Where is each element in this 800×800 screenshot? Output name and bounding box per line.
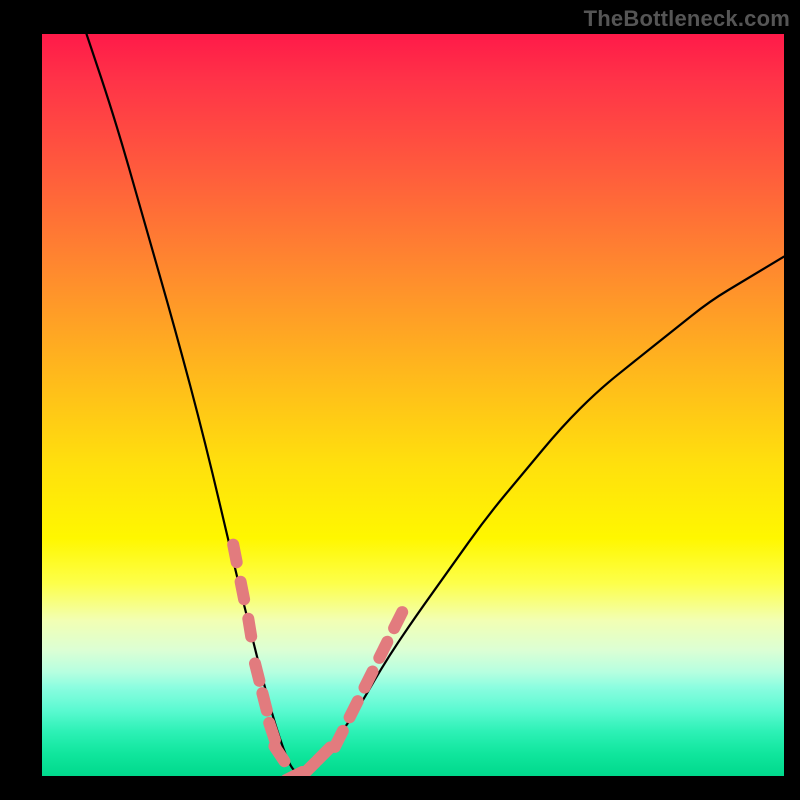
marker-point bbox=[241, 582, 245, 600]
plot-area bbox=[42, 34, 784, 776]
watermark-text: TheBottleneck.com bbox=[584, 6, 790, 32]
bottleneck-curve bbox=[87, 34, 785, 773]
marker-point bbox=[379, 642, 387, 658]
chart-stage: TheBottleneck.com bbox=[0, 0, 800, 800]
marker-point bbox=[318, 747, 331, 760]
marker-point bbox=[350, 701, 358, 717]
marker-point bbox=[248, 619, 251, 637]
marker-point bbox=[335, 731, 343, 747]
marker-point bbox=[365, 672, 373, 688]
marker-point bbox=[255, 663, 259, 681]
marker-point bbox=[394, 612, 402, 628]
marker-point bbox=[262, 693, 266, 710]
marker-point bbox=[269, 723, 275, 740]
curve-layer bbox=[42, 34, 784, 776]
marker-cluster bbox=[233, 545, 402, 776]
marker-point bbox=[274, 746, 284, 761]
marker-point bbox=[233, 545, 237, 563]
